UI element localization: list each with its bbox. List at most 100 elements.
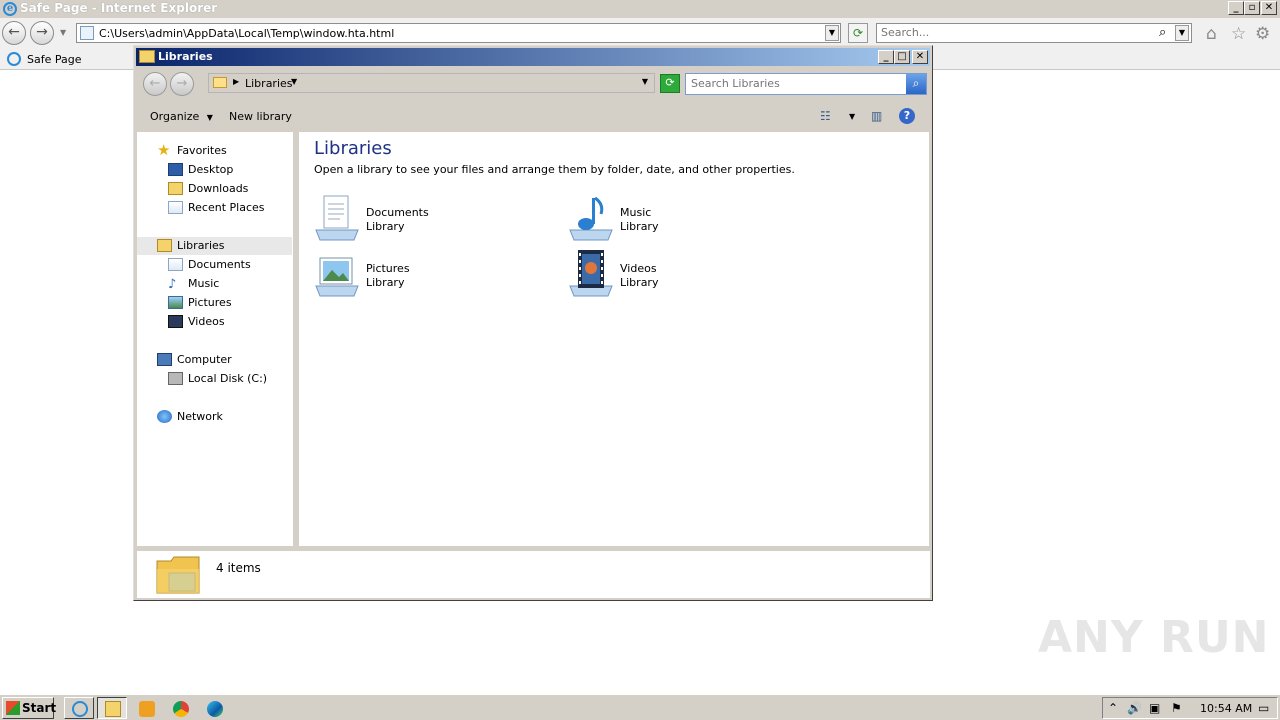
close-button[interactable]: ✕ <box>1261 1 1277 15</box>
explorer-minimize-button[interactable]: _ <box>878 50 894 64</box>
windows-logo-icon <box>6 701 20 715</box>
command-bar: Organize ▼ New library ☷ ▼ ▥ ? <box>136 102 930 132</box>
ie-window-title: Safe Page - Internet Explorer <box>20 1 218 15</box>
computer-icon <box>157 353 172 366</box>
library-name: Documents <box>366 206 429 219</box>
taskbar: Start ⌃ 🔊 ▣ ⚑ 10:54 AM ▭ <box>0 694 1280 720</box>
chevron-down-icon[interactable]: ▶ <box>233 77 239 86</box>
gear-icon[interactable]: ⚙ <box>1255 24 1270 44</box>
page-title: Libraries <box>314 138 392 159</box>
libraries-icon <box>157 239 172 252</box>
search-icon[interactable]: ⌕ <box>1159 25 1166 40</box>
library-videos[interactable]: Videos Library <box>568 250 808 300</box>
downloads-folder-icon <box>168 182 183 195</box>
taskbar-chrome[interactable] <box>165 697 195 719</box>
explorer-window-title: Libraries <box>158 50 213 63</box>
pictures-icon <box>168 296 183 309</box>
local-disk-icon <box>168 372 183 385</box>
anyrun-watermark: ANY RUN <box>1038 612 1270 663</box>
address-dropdown-button[interactable]: ▼ <box>825 25 839 41</box>
view-dropdown-icon[interactable]: ▼ <box>849 112 855 121</box>
home-icon[interactable]: ⌂ <box>1206 24 1217 44</box>
explorer-back-button[interactable]: ← <box>143 72 167 96</box>
refresh-button[interactable]: ⟳ <box>660 74 680 93</box>
explorer-forward-button[interactable]: → <box>170 72 194 96</box>
back-button[interactable]: ← <box>2 21 26 45</box>
clock[interactable]: 10:54 AM <box>1200 702 1252 715</box>
details-pane: 4 items <box>137 548 930 598</box>
taskbar-edge[interactable] <box>199 697 229 719</box>
address-history-dropdown-icon[interactable]: ▼ <box>642 77 648 86</box>
chevron-down-icon: ▼ <box>206 113 213 122</box>
library-type: Library <box>620 220 659 233</box>
library-name: Videos <box>620 262 657 275</box>
search-icon[interactable]: ⌕ <box>906 74 926 94</box>
show-hidden-icons-icon[interactable]: ⌃ <box>1108 701 1118 715</box>
taskbar-internet-explorer[interactable] <box>64 697 94 719</box>
tab-label: Safe Page <box>27 53 82 66</box>
action-center-flag-icon[interactable]: ⚑ <box>1171 701 1182 715</box>
help-icon[interactable]: ? <box>899 108 915 124</box>
network-tray-icon[interactable]: ▣ <box>1149 701 1160 715</box>
minimize-button[interactable]: _ <box>1228 1 1244 15</box>
search-libraries-input[interactable] <box>691 77 901 90</box>
music-library-icon <box>568 194 614 242</box>
search-dropdown-button[interactable]: ▼ <box>1175 25 1189 41</box>
ie-search-input[interactable] <box>881 26 1151 39</box>
internet-explorer-icon: e <box>3 2 17 16</box>
breadcrumb[interactable]: ▶ Libraries ▼ ▼ <box>208 73 655 93</box>
library-documents[interactable]: Documents Library <box>314 194 554 244</box>
preview-pane-icon[interactable]: ▥ <box>871 109 882 123</box>
taskbar-windows-explorer[interactable] <box>97 697 127 719</box>
history-dropdown-icon[interactable]: ▼ <box>60 28 66 37</box>
compatibility-refresh-button[interactable]: ⟳ <box>848 23 868 43</box>
page-description: Open a library to see your files and arr… <box>314 163 795 176</box>
volume-icon[interactable]: 🔊 <box>1127 701 1142 715</box>
library-name: Pictures <box>366 262 410 275</box>
forward-button[interactable]: → <box>30 21 54 45</box>
videos-icon <box>168 315 183 328</box>
library-type: Library <box>366 276 405 289</box>
content-pane: Libraries Open a library to see your fil… <box>299 132 929 546</box>
library-pictures[interactable]: Pictures Library <box>314 250 554 300</box>
library-music[interactable]: Music Library <box>568 194 808 244</box>
explorer-window: Libraries _ □ ✕ ← → ▶ Libraries ▼ ▼ ⟳ ⌕ … <box>133 45 933 601</box>
taskbar-media-player[interactable] <box>131 697 161 719</box>
library-name: Music <box>620 206 652 219</box>
chevron-down-icon[interactable]: ▼ <box>291 77 297 86</box>
libraries-folder-icon <box>139 50 155 63</box>
nav-item-libraries[interactable]: Libraries <box>137 237 292 255</box>
library-type: Library <box>366 220 405 233</box>
documents-icon <box>168 258 183 271</box>
organize-button[interactable]: Organize ▼ <box>150 110 213 123</box>
favorites-star-icon: ★ <box>157 141 171 159</box>
restore-button[interactable]: ▫ <box>1244 1 1260 15</box>
new-library-button[interactable]: New library <box>229 110 292 123</box>
address-text[interactable]: C:\Users\admin\AppData\Local\Temp\window… <box>99 27 394 40</box>
explorer-title-bar: Libraries _ □ ✕ <box>136 48 930 66</box>
start-button[interactable]: Start <box>2 697 56 719</box>
explorer-address-bar: ← → ▶ Libraries ▼ ▼ ⟳ ⌕ <box>136 68 930 100</box>
chrome-icon <box>173 701 189 717</box>
address-bar[interactable]: C:\Users\admin\AppData\Local\Temp\window… <box>76 23 841 43</box>
ie-title-bar: e Safe Page - Internet Explorer _ ▫ ✕ <box>0 0 1280 18</box>
organize-label: Organize <box>150 110 200 123</box>
libraries-icon <box>213 77 227 88</box>
ie-search-box[interactable]: ⌕ <box>876 23 1192 43</box>
show-desktop-icon[interactable]: ▭ <box>1258 701 1269 715</box>
edge-icon <box>207 701 223 717</box>
libraries-large-icon <box>155 553 201 597</box>
favorites-star-icon[interactable]: ☆ <box>1231 24 1246 44</box>
change-view-icon[interactable]: ☷ <box>820 109 831 123</box>
explorer-maximize-button[interactable]: □ <box>894 50 910 64</box>
page-icon <box>80 26 94 40</box>
media-player-icon <box>139 701 155 717</box>
breadcrumb-libraries[interactable]: Libraries <box>245 77 293 90</box>
explorer-close-button[interactable]: ✕ <box>912 50 928 64</box>
system-tray: ⌃ 🔊 ▣ ⚑ 10:54 AM ▭ <box>1102 697 1278 719</box>
desktop-icon <box>168 163 183 176</box>
internet-explorer-icon <box>7 52 21 66</box>
pictures-library-icon <box>314 250 360 298</box>
explorer-search-box[interactable]: ⌕ <box>685 73 927 95</box>
videos-library-icon <box>568 250 614 298</box>
